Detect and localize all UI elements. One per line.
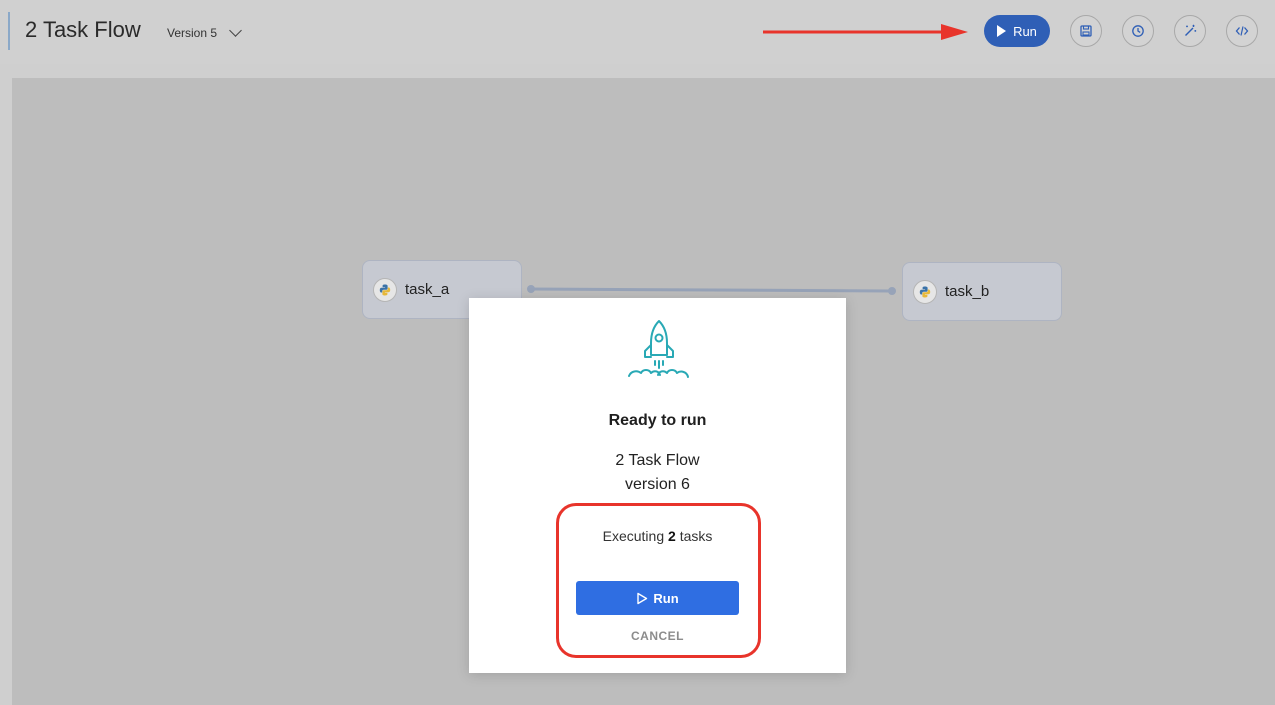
history-button[interactable] — [1122, 15, 1154, 47]
dialog-flow-name: 2 Task Flow — [615, 452, 700, 469]
task-node-b-label: task_b — [945, 283, 990, 300]
dialog-flow-info: 2 Task Flow version 6 — [469, 449, 846, 497]
run-button-header[interactable]: Run — [984, 15, 1050, 47]
run-button-header-label: Run — [1013, 23, 1037, 39]
python-icon — [913, 279, 937, 304]
header-bar: 2 Task Flow Version 5 Run — [0, 0, 1275, 64]
auto-layout-button[interactable] — [1174, 15, 1206, 47]
history-icon — [1132, 25, 1144, 37]
save-button[interactable] — [1070, 15, 1102, 47]
version-select[interactable]: Version 5 — [167, 24, 242, 40]
flow-title: 2 Task Flow — [25, 17, 141, 42]
rocket-icon — [628, 320, 689, 378]
play-icon — [997, 25, 1007, 37]
dialog-flow-version: version 6 — [625, 476, 690, 493]
code-view-button[interactable] — [1226, 15, 1258, 47]
code-icon — [1235, 26, 1249, 36]
annotation-arrow — [763, 24, 968, 40]
chevron-down-icon — [229, 24, 242, 37]
magic-wand-icon — [1185, 24, 1197, 36]
annotation-highlight-box — [556, 503, 761, 658]
dialog-title: Ready to run — [608, 412, 707, 429]
task-node-a-label: task_a — [405, 281, 450, 298]
python-icon — [373, 277, 397, 302]
version-label: Version 5 — [167, 26, 218, 40]
task-node-b[interactable]: task_b — [902, 262, 1062, 321]
header-accent-bar — [8, 12, 10, 50]
save-icon — [1080, 25, 1092, 37]
